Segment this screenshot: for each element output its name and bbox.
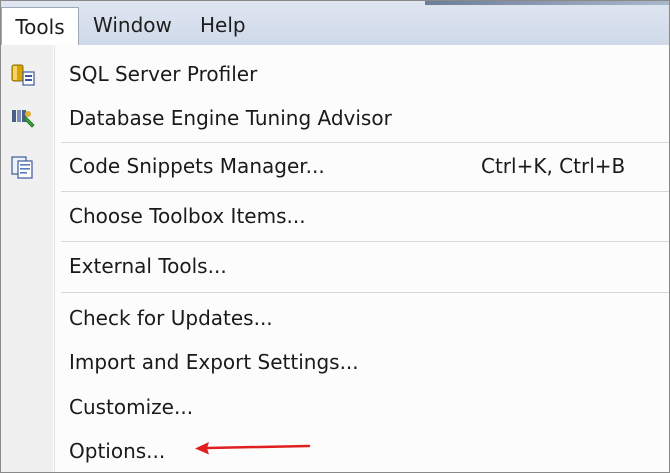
menu-item-customize[interactable]: Customize...: [1, 386, 669, 430]
menu-item-label: Choose Toolbox Items...: [69, 204, 306, 228]
menu-item-label: SQL Server Profiler: [69, 62, 258, 86]
menu-item-label: Check for Updates...: [69, 306, 273, 330]
arrow-shaft: [205, 444, 311, 450]
menu-item-import-export-settings[interactable]: Import and Export Settings...: [1, 341, 669, 385]
menu-bar: Tools Window Help: [1, 1, 669, 46]
menu-item-label: Options...: [69, 439, 166, 463]
menu-separator: [61, 142, 669, 143]
menu-item-choose-toolbox-items[interactable]: Choose Toolbox Items...: [1, 195, 669, 239]
red-arrow-annotation: [195, 442, 311, 455]
menu-window[interactable]: Window: [93, 10, 172, 40]
menu-item-sql-server-profiler[interactable]: SQL Server Profiler: [1, 53, 669, 97]
menu-separator: [61, 191, 669, 192]
menu-item-options[interactable]: Options...: [1, 430, 669, 474]
menu-help[interactable]: Help: [200, 10, 246, 40]
toolbar-edge: [425, 1, 669, 5]
menu-item-tuning-advisor[interactable]: Database Engine Tuning Advisor: [1, 97, 669, 141]
screenshot-frame: Tools Window Help SQL Server Profiler Da…: [0, 0, 670, 473]
menu-item-label: Database Engine Tuning Advisor: [69, 106, 392, 130]
menu-item-code-snippets-manager[interactable]: Code Snippets Manager... Ctrl+K, Ctrl+B: [1, 145, 669, 189]
tuning-advisor-icon: [12, 110, 35, 128]
arrow-head: [195, 442, 209, 455]
menu-item-label: Customize...: [69, 395, 194, 419]
menu-separator: [61, 241, 669, 242]
menu-item-shortcut: Ctrl+K, Ctrl+B: [481, 154, 626, 178]
menu-item-label: Code Snippets Manager...: [69, 154, 325, 178]
menu-tools[interactable]: Tools: [1, 7, 79, 45]
sql-profiler-icon: [11, 64, 35, 86]
menu-item-external-tools[interactable]: External Tools...: [1, 245, 669, 289]
menu-item-check-for-updates[interactable]: Check for Updates...: [1, 297, 669, 341]
menu-separator: [61, 292, 669, 293]
code-snippets-icon: [11, 156, 33, 179]
menu-item-label: External Tools...: [69, 254, 227, 278]
menu-item-label: Import and Export Settings...: [69, 350, 359, 374]
tools-menu-dropdown: SQL Server Profiler Database Engine Tuni…: [1, 45, 669, 472]
